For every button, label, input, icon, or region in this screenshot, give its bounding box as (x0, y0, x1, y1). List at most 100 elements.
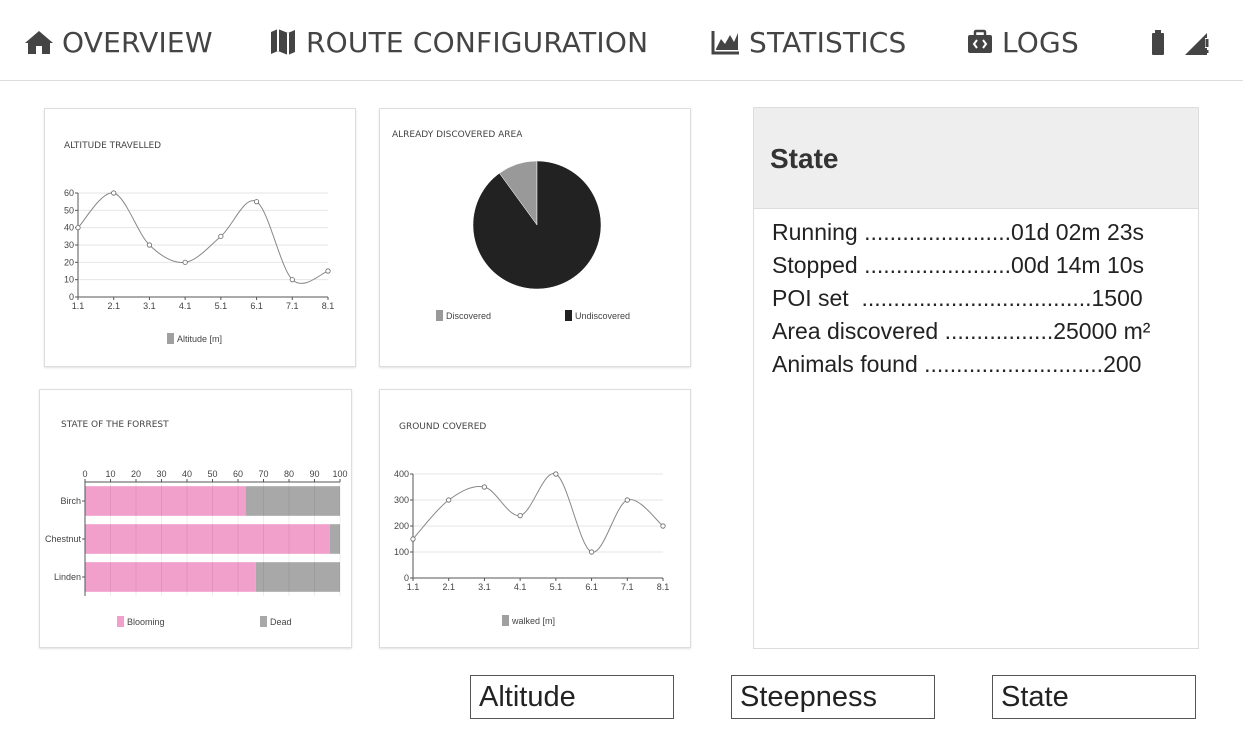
x-tick-label: 40 (182, 469, 192, 479)
legend-swatch (436, 310, 443, 321)
area-chart-icon (711, 31, 739, 55)
y-tick-label: 100 (394, 547, 409, 557)
x-tick-label: 8.1 (657, 582, 670, 592)
x-tick-label: 30 (156, 469, 166, 479)
data-point (588, 549, 595, 555)
legend-swatch (502, 615, 509, 626)
state-panel-title: State (770, 143, 839, 174)
y-tick-label: 20 (64, 257, 74, 267)
nav-logs[interactable]: LOGS (966, 22, 1079, 62)
data-point (553, 471, 559, 477)
data-point (446, 497, 452, 503)
legend-swatch (565, 310, 572, 321)
x-tick-label: 4.1 (514, 582, 527, 592)
nav-statistics[interactable]: STATISTICS (711, 22, 907, 62)
legend-undiscovered: Undiscovered (565, 310, 630, 321)
y-tick-label: Birch (60, 496, 81, 506)
altitude-chart: 01020304050601.1 2.1 3.1 4.1 5.1 6.1 7.1 8.1 (64, 188, 335, 311)
state-row-poi-set: POI set ................................… (772, 285, 1143, 311)
x-tick-label: 5.1 (215, 301, 228, 311)
x-tick-label: 6.1 (585, 582, 598, 592)
discovered-area-card: ALREADY DISCOVERED AREA Discovered Undis… (379, 108, 691, 367)
data-point (75, 225, 81, 231)
data-point (146, 242, 153, 248)
altitude-legend: Altitude [m] (167, 333, 222, 344)
ground-covered-card: GROUND COVERED 0 100 200 300 400 1.1 2.1 3.1 4.1… (379, 389, 691, 648)
nav-statistics-label: STATISTICS (749, 25, 907, 59)
nav-route-configuration[interactable]: ROUTE CONFIGURATION (268, 22, 648, 62)
series-line (412, 473, 664, 553)
nav-logs-label: LOGS (1002, 25, 1079, 59)
bar-segment (85, 486, 246, 516)
map-icon (271, 29, 295, 55)
y-tick-label: Linden (54, 572, 81, 582)
legend-undiscovered-label: Undiscovered (575, 310, 631, 321)
x-tick-label: 5.1 (550, 582, 563, 592)
data-point (218, 233, 224, 239)
y-tick-label: 60 (64, 188, 74, 198)
x-tick-label: 20 (131, 469, 141, 479)
x-tick-label: 90 (309, 469, 319, 479)
legend-dead-label: Dead (270, 616, 292, 627)
x-tick-label: 3.1 (478, 582, 491, 592)
state-row-area-discovered: Area discovered .................25000 m… (772, 318, 1151, 344)
x-tick-label: 0 (82, 469, 87, 479)
state-row-running: Running .......................01d 02m 2… (772, 219, 1145, 245)
bar-segment (329, 524, 340, 554)
x-tick-label: 7.1 (286, 301, 299, 311)
legend-blooming: Blooming (117, 616, 165, 627)
x-tick-label: 10 (105, 469, 115, 479)
nav-overview-label: OVERVIEW (62, 25, 213, 59)
steepness-button[interactable]: Steepness (731, 675, 935, 719)
x-tick-label: 1.1 (407, 582, 420, 592)
forrest-state-card: STATE OF THE FORREST Birch Chestnut Linden… (39, 389, 352, 648)
x-tick-label: 50 (207, 469, 217, 479)
nav-overview[interactable]: OVERVIEW (24, 22, 213, 62)
altitude-chart-card: ALTITUDE TRAVELLED 0 10 20 30 40 50 60 1.1 2.1 3.… (44, 108, 356, 367)
x-tick-label: 80 (284, 469, 294, 479)
x-tick-label: 4.1 (179, 301, 192, 311)
y-tick-label: 400 (394, 469, 409, 479)
state-button[interactable]: State (992, 675, 1196, 719)
x-tick-label: 1.1 (72, 301, 85, 311)
legend-swatch (117, 616, 124, 627)
pie-slice (472, 160, 602, 290)
code-briefcase-icon (968, 29, 992, 53)
data-point (481, 484, 488, 490)
data-point (517, 513, 523, 519)
bar-segment (245, 486, 340, 516)
battery-icon (1152, 30, 1164, 55)
y-tick-label: 10 (64, 275, 74, 285)
legend-discovered: Discovered (436, 310, 491, 321)
state-panel-header: State (754, 108, 1198, 209)
top-nav: OVERVIEW ROUTE CONFIGURATION STATISTICS … (0, 0, 1243, 81)
y-tick-label: 200 (394, 521, 409, 531)
ground-legend-label: walked [m] (512, 615, 556, 626)
data-point (410, 536, 416, 542)
x-tick-label: 6.1 (250, 301, 263, 311)
y-tick-label: 30 (64, 240, 74, 250)
home-icon (25, 31, 53, 54)
altitude-legend-label: Altitude [m] (177, 333, 223, 344)
legend-swatch (167, 333, 174, 344)
data-point (111, 190, 117, 196)
x-tick-label: 70 (258, 469, 268, 479)
data-point (289, 277, 295, 283)
data-point (182, 259, 188, 265)
y-tick-label: Chestnut (45, 534, 82, 544)
legend-blooming-label: Blooming (127, 616, 165, 627)
x-tick-label: 2.1 (107, 301, 120, 311)
data-point (624, 497, 630, 503)
y-tick-label: 40 (64, 223, 74, 233)
data-point (325, 268, 331, 274)
state-row-stopped: Stopped .......................00d 14m 1… (772, 252, 1145, 278)
discovered-area-pie (472, 160, 602, 290)
x-tick-label: 7.1 (621, 582, 634, 592)
ground-covered-chart: 01002003004001.1 2.1 3.1 4.1 5.1 6.1 7.1 8.1 (394, 469, 670, 592)
nav-route-configuration-label: ROUTE CONFIGURATION (306, 25, 649, 59)
data-point (660, 523, 666, 529)
x-tick-label: 60 (233, 469, 243, 479)
x-tick-label: 8.1 (322, 301, 335, 311)
x-tick-label: 2.1 (442, 582, 455, 592)
altitude-button[interactable]: Altitude (470, 675, 674, 719)
